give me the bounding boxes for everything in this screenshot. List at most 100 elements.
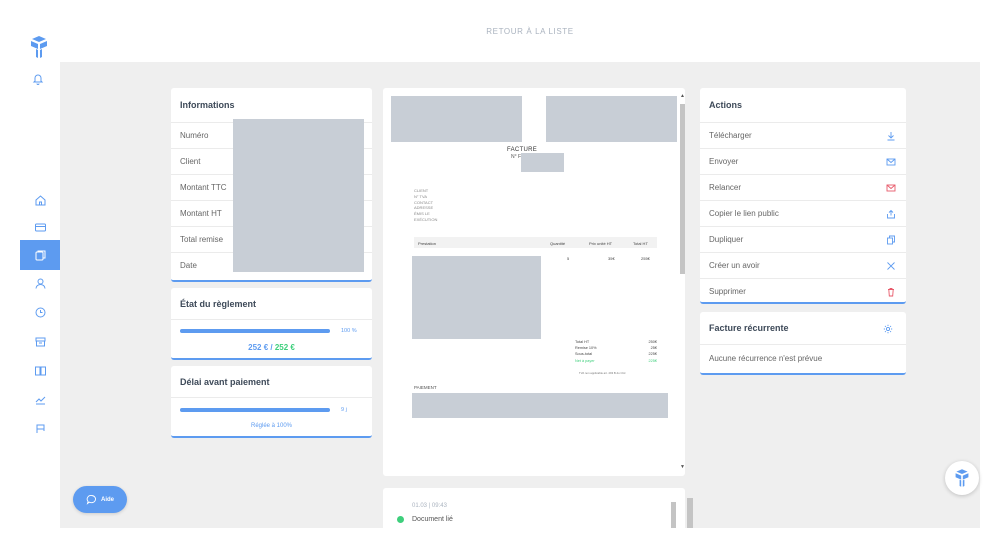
copy-public-link-button[interactable]: Copier le lien public [700,200,906,226]
payment-delay-title: Délai avant paiement [171,366,372,398]
box-icon [35,337,45,346]
total-value: 250€ [648,340,657,344]
total-value: 225€ [648,352,657,357]
col-prestation: Prestation [418,241,437,246]
nav-documents[interactable] [20,240,60,270]
nav-reports[interactable] [20,413,60,443]
payment-delay-card: Délai avant paiement 9 j Réglée à 100% [171,366,372,438]
nav-products[interactable] [20,326,60,356]
invoice-client-fields: CLIENT N° TVA CONTACT ADRESSE ÉMIS LE EX… [414,188,437,223]
action-label: Dupliquer [709,235,744,244]
timeline-status-dot [397,516,404,523]
documents-icon [35,250,45,260]
timeline-scrollbar[interactable] [671,492,676,528]
nav-payments[interactable] [20,212,60,242]
share-icon [887,209,895,219]
duplicate-button[interactable]: Dupliquer [700,226,906,252]
nav-time[interactable] [20,297,60,327]
action-label: Relancer [709,183,742,192]
book-icon [34,366,46,375]
action-label: Supprimer [709,287,746,296]
payment-amount: 252 € / 252 € [171,343,372,352]
invoice-preview[interactable]: FACTURE N° F CLIENT N° TVA CONTACT ADRES… [383,88,685,476]
row-total: 255€ [641,256,650,261]
net-label: Net à payer [575,358,595,363]
back-to-list-link[interactable]: RETOUR À LA LISTE [486,27,573,36]
nav-home[interactable] [20,185,60,215]
scrollbar-thumb[interactable] [671,502,676,528]
mail-icon [886,158,896,166]
card-icon [34,223,46,231]
tva-note: TVA non applicable art. 293 B du CGI [579,371,626,375]
total-value: 25€ [650,346,657,351]
chat-bubble-icon [86,495,96,505]
scroll-down-arrow[interactable]: ▼ [680,465,685,470]
download-button[interactable]: Télécharger [700,122,906,148]
net-value: 225€ [648,358,657,363]
action-label: Télécharger [709,131,752,140]
amount-total: 252 € [274,343,295,352]
right-gutter [980,62,1000,528]
gear-icon[interactable] [883,324,893,334]
delay-days: 9 j [341,407,347,413]
download-icon [887,132,895,141]
nav-stats[interactable] [20,384,60,414]
payment-progress-fill [180,329,330,333]
scroll-up-arrow[interactable]: ▲ [680,94,685,99]
chart-icon [35,396,45,404]
actions-title: Actions [709,100,743,110]
delay-progress-fill [180,408,330,412]
trash-icon [888,288,894,297]
payment-status-card: État du règlement 100 % 252 € / 252 € [171,288,372,360]
recurring-status-text: Aucune récurrence n'est prévue [709,354,823,363]
timeline-event: Document lié [412,516,453,523]
create-credit-note-button[interactable]: Créer un avoir [700,252,906,278]
cross-icon [887,262,895,270]
scrollbar-thumb[interactable] [680,104,685,274]
app-logo[interactable] [29,36,49,58]
mail-alert-icon [886,184,896,192]
total-label: Sous-total [575,352,593,357]
redacted-payment-details [412,393,668,418]
nav-accounting[interactable] [20,355,60,385]
remind-button[interactable]: Relancer [700,174,906,200]
payment-percent: 100 % [341,328,357,334]
notifications-bell-icon[interactable] [31,72,45,86]
payment-status-title: État du règlement [171,288,372,320]
col-prix-unite: Prix unité HT [589,241,613,246]
amount-separator: / [268,343,275,352]
redacted-prestation-description [412,256,541,339]
total-label: Total HT [575,340,590,344]
invoice-table-header: Prestation Quantité Prix unité HT Total … [414,237,657,248]
duplicate-icon [887,235,895,245]
sidebar [0,0,60,560]
nav-clients[interactable] [20,268,60,298]
preview-scrollbar[interactable]: ▲ ▼ [680,94,685,470]
main-content: Informations Numéro Client Montant TTC M… [60,62,980,528]
delete-button[interactable]: Supprimer [700,278,906,304]
invoice-totals: Total HT 250€ Remise 10% 25€ Sous-total 225… [575,340,657,365]
action-label: Copier le lien public [709,209,779,218]
informations-card: Informations Numéro Client Montant TTC M… [171,88,372,282]
amount-paid: 252 € [248,343,269,352]
row-quantity: 5 [567,256,570,261]
bottom-strip [60,528,1000,560]
floating-assistant-button[interactable] [945,461,979,495]
payment-progress-bar [180,329,330,333]
help-button[interactable]: Aide [73,486,127,513]
page-scrollbar[interactable] [687,490,693,528]
redacted-info-values [233,119,364,272]
redacted-logo-block [546,96,677,142]
clock-icon [35,307,45,317]
scrollbar-thumb[interactable] [687,498,693,528]
delay-progress-bar [180,408,330,412]
history-timeline: 01.03 | 09:43 Document lié [383,488,685,528]
informations-title: Informations [180,100,235,110]
redacted-invoice-number [521,153,564,172]
send-button[interactable]: Envoyer [700,148,906,174]
recurring-title: Facture récurrente [700,312,906,345]
action-label: Créer un avoir [709,261,760,270]
paiement-label: PAIEMENT [414,385,437,390]
recurring-invoice-card: Facture récurrente Aucune récurrence n'e… [700,312,906,375]
app-logo-icon [955,469,969,487]
